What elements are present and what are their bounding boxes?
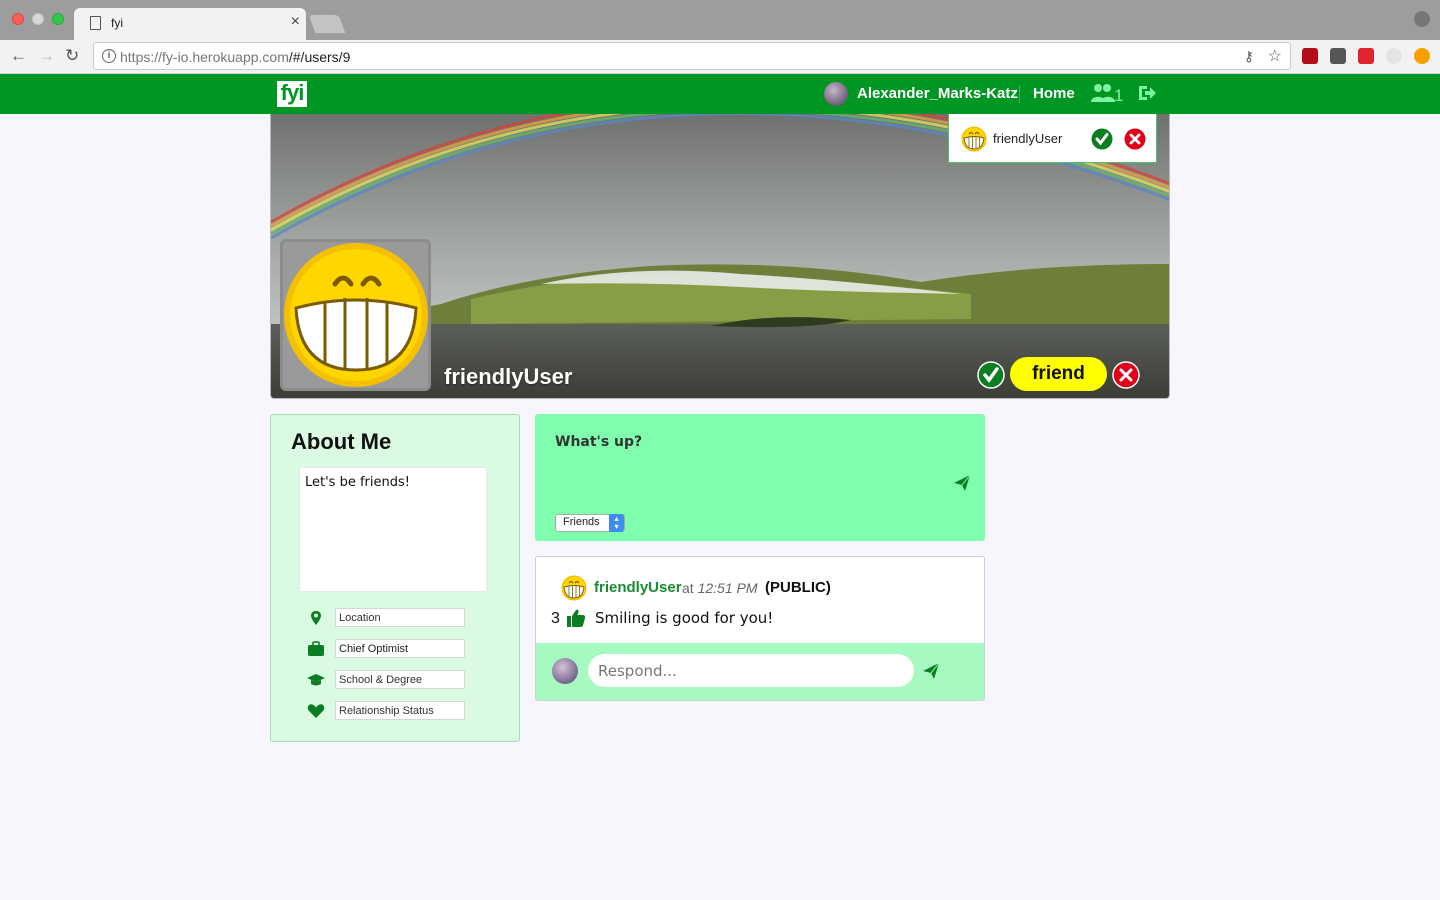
reject-request-x-icon[interactable] — [1124, 128, 1146, 150]
about-me-title: About Me — [291, 429, 392, 454]
url-text: https://fy-io.herokuapp.com/#/users/9 — [120, 49, 351, 65]
request-sender-name[interactable]: friendlyUser — [993, 131, 1062, 146]
browser-toolbar: ← → ↻ i https://fy-io.herokuapp.com/#/us… — [0, 40, 1440, 74]
post-visibility: (PUBLIC) — [765, 579, 831, 596]
profile-picture[interactable] — [280, 239, 431, 391]
location-pin-icon — [311, 611, 321, 625]
occupation-row — [307, 639, 467, 659]
minimize-window-button[interactable] — [32, 13, 44, 25]
location-row — [307, 608, 467, 628]
friend-request-count[interactable]: 1 — [1114, 86, 1123, 106]
info-icon[interactable]: i — [102, 49, 116, 63]
forward-arrow-icon[interactable]: → — [38, 46, 55, 66]
app-navbar: fyi Alexander_Marks-Katz Home 1 — [0, 74, 1440, 114]
fyi-logo[interactable]: fyi — [277, 81, 307, 107]
location-input[interactable] — [335, 608, 465, 627]
friend-requests-icon[interactable] — [1090, 82, 1116, 104]
tab-close-icon[interactable]: × — [291, 13, 300, 31]
thumbs-up-icon[interactable] — [566, 608, 586, 628]
like-count: 3 — [551, 610, 560, 627]
home-link[interactable]: Home — [1033, 85, 1075, 102]
maximize-window-button[interactable] — [52, 13, 64, 25]
bookmark-star-icon[interactable]: ☆ — [1268, 46, 1282, 66]
heart-icon — [307, 704, 325, 718]
sign-out-icon[interactable] — [1137, 83, 1157, 103]
bio-textarea[interactable]: Let's be friends! — [299, 467, 487, 592]
graduation-cap-icon — [307, 674, 325, 686]
new-tab-button[interactable] — [308, 15, 346, 33]
ublock-extension-icon[interactable] — [1302, 48, 1318, 64]
reply-bar — [536, 643, 984, 700]
relationship-input[interactable] — [335, 701, 465, 720]
grinning-face-icon — [961, 126, 987, 152]
page-icon — [90, 16, 101, 30]
composer-input[interactable]: What's up? — [555, 434, 642, 450]
browser-tab[interactable]: fyi × — [74, 8, 306, 40]
friend-status-button[interactable]: friend — [1010, 357, 1107, 391]
grinning-face-icon — [283, 242, 428, 388]
warning-extension-icon[interactable] — [1414, 48, 1430, 64]
school-row — [307, 670, 467, 690]
key-icon[interactable]: ⚷ — [1244, 48, 1254, 65]
extension-icon[interactable] — [1386, 48, 1402, 64]
reply-user-avatar — [552, 658, 578, 684]
nav-divider — [1019, 85, 1020, 103]
post-composer: What's up? Friends ▴ ▾ — [535, 414, 985, 541]
reject-friend-x-icon[interactable] — [1112, 361, 1140, 389]
about-me-panel: About Me Let's be friends! — [270, 414, 520, 742]
respond-input[interactable] — [588, 654, 914, 687]
current-user-name[interactable]: Alexander_Marks-Katz — [857, 85, 1018, 102]
profile-name: friendlyUser — [444, 364, 573, 389]
back-arrow-icon[interactable]: ← — [10, 46, 27, 66]
accept-friend-check-icon[interactable] — [977, 361, 1005, 389]
send-icon[interactable] — [922, 662, 940, 680]
reload-icon[interactable]: ↻ — [65, 46, 79, 66]
browser-profile-icon[interactable] — [1414, 11, 1430, 27]
accept-request-check-icon[interactable] — [1091, 128, 1113, 150]
post-author-link[interactable]: friendlyUser — [594, 579, 682, 596]
briefcase-icon — [308, 641, 324, 656]
youtube-extension-icon[interactable] — [1358, 48, 1374, 64]
browser-titlebar: fyi × — [0, 0, 1440, 40]
post-body: Smiling is good for you! — [595, 609, 774, 627]
address-bar[interactable]: i https://fy-io.herokuapp.com/#/users/9 … — [93, 42, 1291, 70]
occupation-input[interactable] — [335, 639, 465, 658]
select-arrows-icon: ▴ ▾ — [609, 514, 624, 532]
friend-request-dropdown: friendlyUser — [948, 114, 1157, 163]
current-user-avatar[interactable] — [824, 82, 848, 106]
post-timestamp: at 12:51 PM — [682, 580, 758, 596]
privacy-select[interactable]: Friends ▴ ▾ — [555, 514, 625, 532]
close-window-button[interactable] — [12, 13, 24, 25]
tab-title: fyi — [111, 16, 123, 30]
send-icon[interactable] — [953, 474, 971, 492]
grinning-face-icon — [561, 575, 587, 601]
relationship-row — [307, 701, 467, 721]
privacy-select-value: Friends — [563, 516, 600, 528]
post-card: friendlyUser at 12:51 PM (PUBLIC) 3 Smil… — [535, 556, 985, 701]
school-input[interactable] — [335, 670, 465, 689]
extension-icon[interactable] — [1330, 48, 1346, 64]
